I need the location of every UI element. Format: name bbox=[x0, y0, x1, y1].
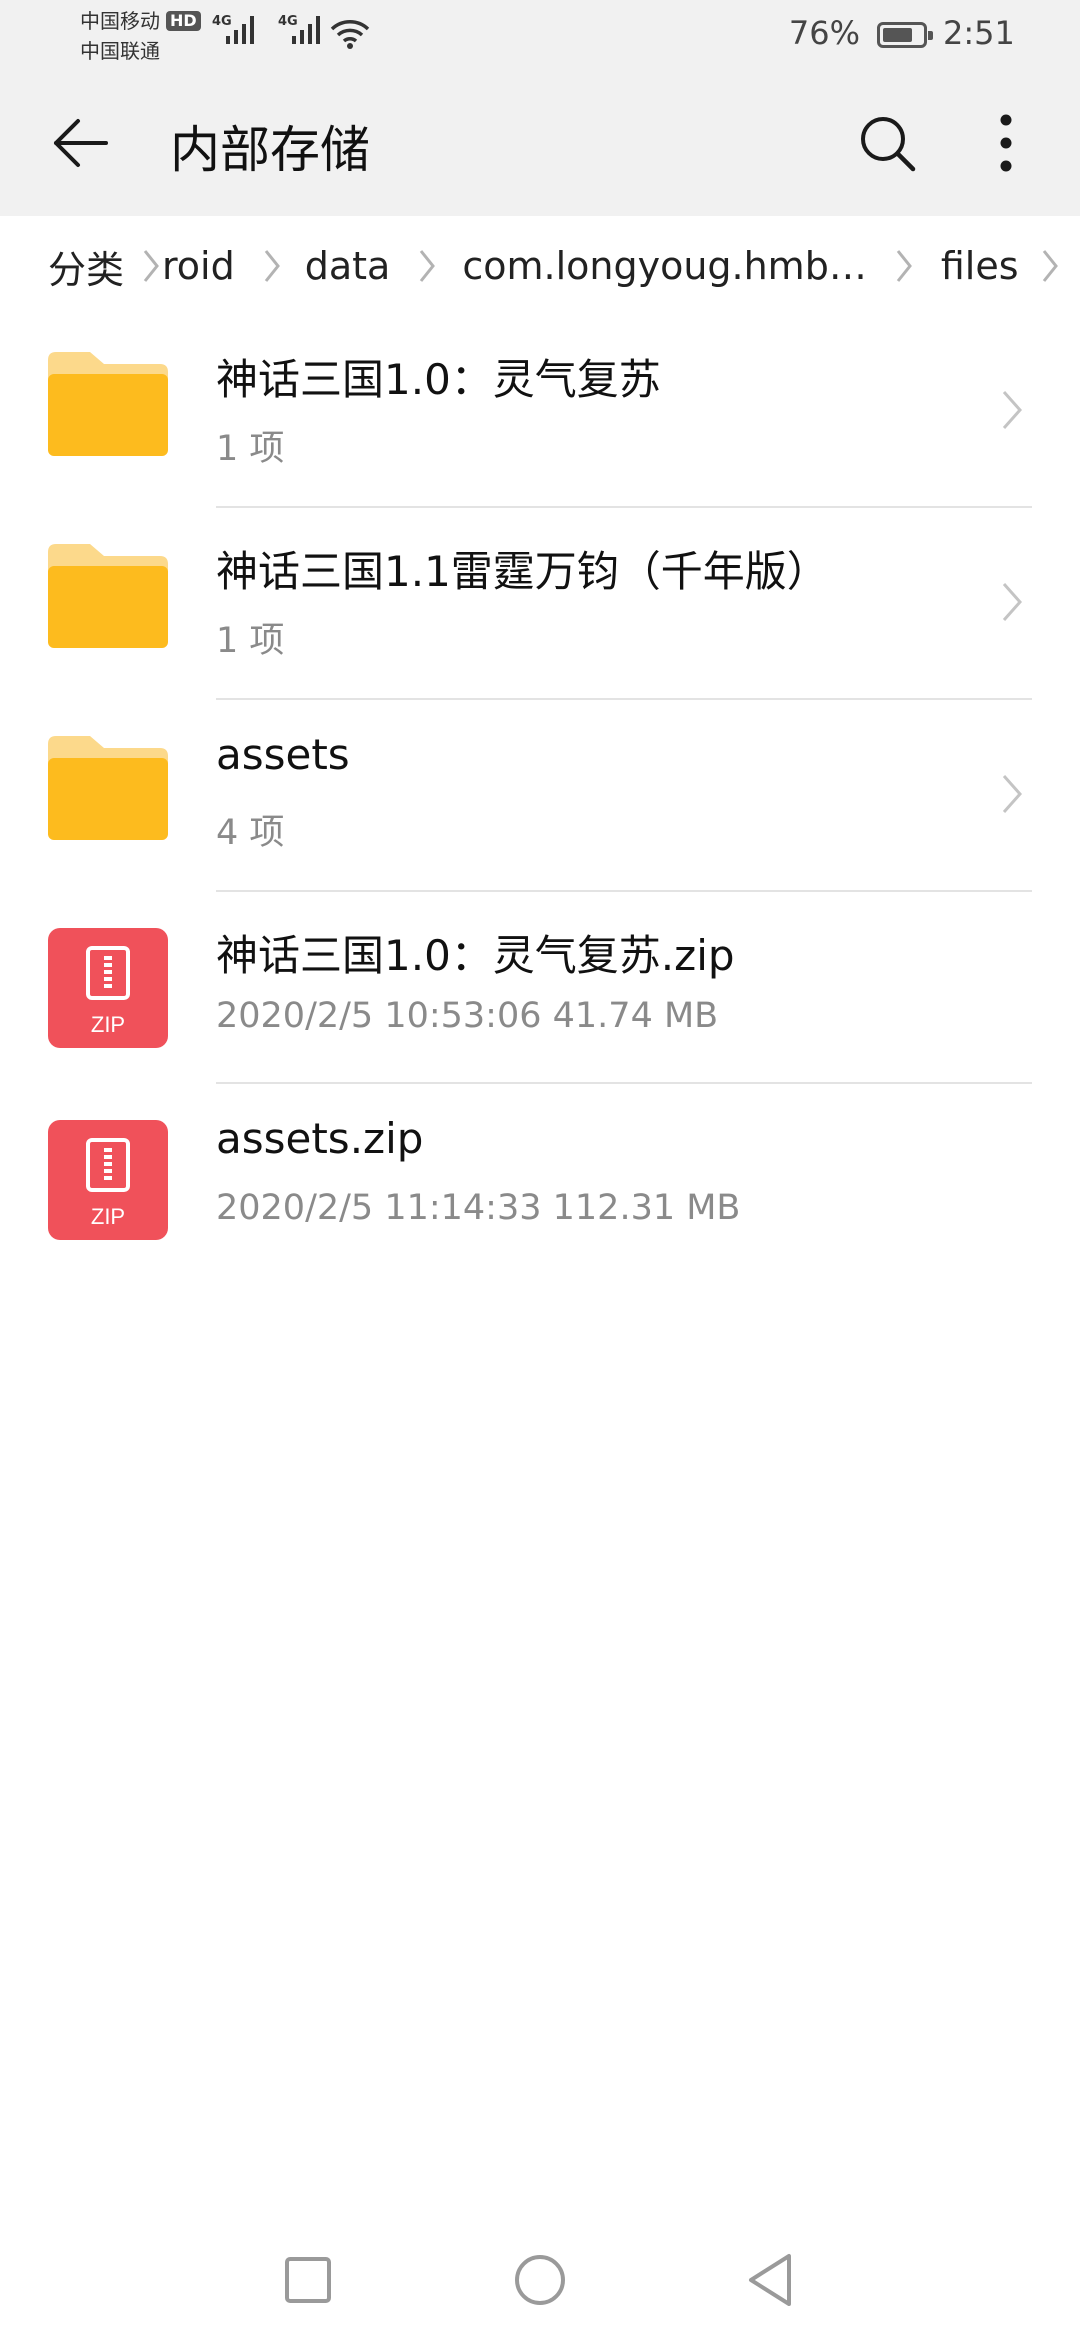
network-type-2: 4G bbox=[278, 14, 298, 29]
chevron-right-icon bbox=[142, 247, 160, 285]
zip-icon-label: ZIP bbox=[90, 1204, 126, 1229]
app-bar: 内部存储 bbox=[0, 70, 1080, 216]
recent-apps-button[interactable] bbox=[268, 2240, 348, 2320]
back-button[interactable] bbox=[40, 112, 120, 174]
breadcrumb-item-roid[interactable]: roid bbox=[162, 244, 235, 288]
carrier-info: 中国移动 HD 中国联通 bbox=[80, 6, 201, 66]
folder-icon bbox=[48, 736, 168, 856]
zip-file-icon: ZIP bbox=[48, 1120, 168, 1240]
signal-icon-2: 4G bbox=[278, 14, 320, 44]
wifi-icon bbox=[330, 18, 370, 54]
zip-file-row[interactable]: ZIP assets.zip 2020/2/5 11:14:33 112.31 … bbox=[0, 1084, 1080, 1276]
status-bar: 中国移动 HD 中国联通 4G 4G 76% 2:51 bbox=[0, 0, 1080, 70]
signal-icon-1: 4G bbox=[212, 14, 254, 44]
square-icon bbox=[285, 2257, 331, 2303]
carrier-2: 中国联通 bbox=[80, 39, 160, 63]
zip-file-icon: ZIP bbox=[48, 928, 168, 1048]
file-name: 神话三国1.0：灵气复苏.zip bbox=[216, 931, 735, 980]
circle-icon bbox=[515, 2255, 565, 2305]
file-name: assets bbox=[216, 730, 350, 779]
search-icon bbox=[861, 117, 916, 172]
chevron-right-icon bbox=[1041, 247, 1059, 285]
file-name: 神话三国1.1雷霆万钧（千年版） bbox=[216, 547, 829, 596]
clock: 2:51 bbox=[943, 14, 1015, 52]
triangle-back-icon bbox=[749, 2254, 791, 2306]
battery-icon bbox=[877, 22, 933, 48]
chevron-right-icon bbox=[895, 247, 913, 285]
file-name: 神话三国1.0：灵气复苏 bbox=[216, 355, 661, 404]
folder-row[interactable]: assets 4 项 bbox=[0, 700, 1080, 892]
breadcrumb: 分类 roid data com.longyoug.hmb… files bbox=[0, 216, 1080, 316]
folder-row[interactable]: 神话三国1.1雷霆万钧（千年版） 1 项 bbox=[0, 508, 1080, 700]
file-meta: 2020/2/5 11:14:33 112.31 MB bbox=[216, 1188, 741, 1228]
battery-level bbox=[883, 28, 912, 42]
navigation-bar bbox=[0, 2220, 1080, 2340]
hd-badge: HD bbox=[166, 11, 201, 31]
nav-back-button[interactable] bbox=[730, 2240, 810, 2320]
chevron-right-icon bbox=[1000, 772, 1024, 820]
file-list: 神话三国1.0：灵气复苏 1 项 神话三国1.1雷霆万钧（千年版） 1 项 as… bbox=[0, 316, 1080, 1276]
folder-row[interactable]: 神话三国1.0：灵气复苏 1 项 bbox=[0, 316, 1080, 508]
folder-icon bbox=[48, 352, 168, 472]
chevron-right-icon bbox=[1000, 580, 1024, 628]
file-meta: 4 项 bbox=[216, 813, 285, 853]
breadcrumb-item-package[interactable]: com.longyoug.hmb… bbox=[462, 244, 867, 288]
chevron-right-icon bbox=[418, 247, 436, 285]
file-meta: 1 项 bbox=[216, 621, 285, 661]
breadcrumb-item-data[interactable]: data bbox=[305, 244, 391, 288]
zip-icon-label: ZIP bbox=[90, 1012, 126, 1037]
battery-percent: 76% bbox=[788, 14, 860, 52]
chevron-right-icon bbox=[1000, 388, 1024, 436]
file-name: assets.zip bbox=[216, 1114, 424, 1163]
file-meta: 1 项 bbox=[216, 429, 285, 469]
home-button[interactable] bbox=[500, 2240, 580, 2320]
more-options-button[interactable] bbox=[984, 106, 1028, 180]
file-meta: 2020/2/5 10:53:06 41.74 MB bbox=[216, 996, 719, 1036]
breadcrumb-item-files[interactable]: files bbox=[941, 244, 1019, 288]
page-title: 内部存储 bbox=[170, 121, 370, 179]
folder-icon bbox=[48, 544, 168, 664]
arrow-left-icon bbox=[54, 119, 108, 167]
more-vertical-icon bbox=[1000, 114, 1012, 172]
chevron-right-icon bbox=[263, 247, 281, 285]
network-type-1: 4G bbox=[212, 14, 232, 29]
search-button[interactable] bbox=[850, 106, 924, 180]
breadcrumb-item-category[interactable]: 分类 bbox=[48, 239, 124, 294]
carrier-1: 中国移动 bbox=[80, 9, 160, 33]
zip-file-row[interactable]: ZIP 神话三国1.0：灵气复苏.zip 2020/2/5 10:53:06 4… bbox=[0, 892, 1080, 1084]
